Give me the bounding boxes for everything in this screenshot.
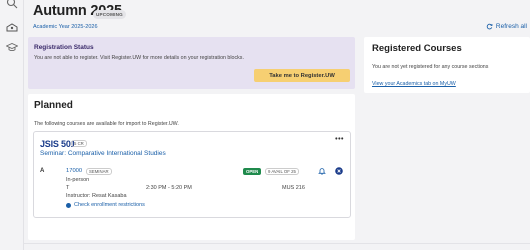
page-header: Autumn 2025 UPCOMING Academic Year 2025-… [33,0,530,34]
enrollment-restrictions-label: Check enrollment restrictions [74,202,145,208]
registered-courses-message: You are not yet registered for any cours… [372,64,489,70]
section-id: A [40,168,45,174]
meeting-days: T [66,185,70,191]
availability-badge: 9 AVAIL OF 25 [265,168,299,175]
classroom-icon[interactable] [6,22,18,34]
graduation-cap-icon[interactable] [6,41,18,53]
registered-courses-heading: Registered Courses [372,43,462,54]
side-rail [0,0,24,250]
instruction-mode: In-person [66,177,90,183]
sln-link[interactable]: 17000 [66,168,82,174]
planned-heading: Planned [34,100,73,111]
registration-status-message: You are not able to register. Visit Regi… [34,55,244,61]
meeting-time: 2:30 PM - 5:20 PM [146,185,192,191]
refresh-all-label: Refresh all [495,23,527,30]
registration-status-card: Registration Status You are not able to … [28,37,355,89]
academic-year: Academic Year 2025-2026 [33,24,98,30]
registration-status-heading: Registration Status [34,44,94,51]
bell-icon[interactable] [318,167,326,175]
more-options-button[interactable]: ••• [335,136,344,143]
refresh-all-button[interactable]: Refresh all [486,23,527,30]
credits-badge: 5 CR [71,140,87,147]
meeting-room: MUS 216 [282,185,305,191]
footer-divider [24,243,530,244]
course-name[interactable]: Seminar: Comparative International Studi… [40,150,166,157]
refresh-icon [486,23,493,30]
planned-card: Planned The following courses are availa… [28,94,355,240]
close-circle-icon[interactable] [335,167,343,175]
section-type-badge: SEMINAR [86,168,112,175]
registered-courses-card: Registered Courses You are not yet regis… [364,37,530,93]
search-icon[interactable] [6,0,18,9]
academics-tab-link[interactable]: View your Academics tab on MyUW [372,81,456,87]
info-dot-icon [66,202,71,208]
enrollment-restrictions-link[interactable]: Check enrollment restrictions [66,202,145,208]
instructor: Instructor: Resat Kasaba [66,193,127,199]
course-card: JSIS 501 5 CR Seminar: Comparative Inter… [33,131,351,218]
planned-message: The following courses are available for … [34,121,179,127]
register-uw-button[interactable]: Take me to Register.UW [254,69,350,82]
upcoming-badge: UPCOMING [93,10,126,19]
open-status-badge: OPEN [243,168,262,175]
